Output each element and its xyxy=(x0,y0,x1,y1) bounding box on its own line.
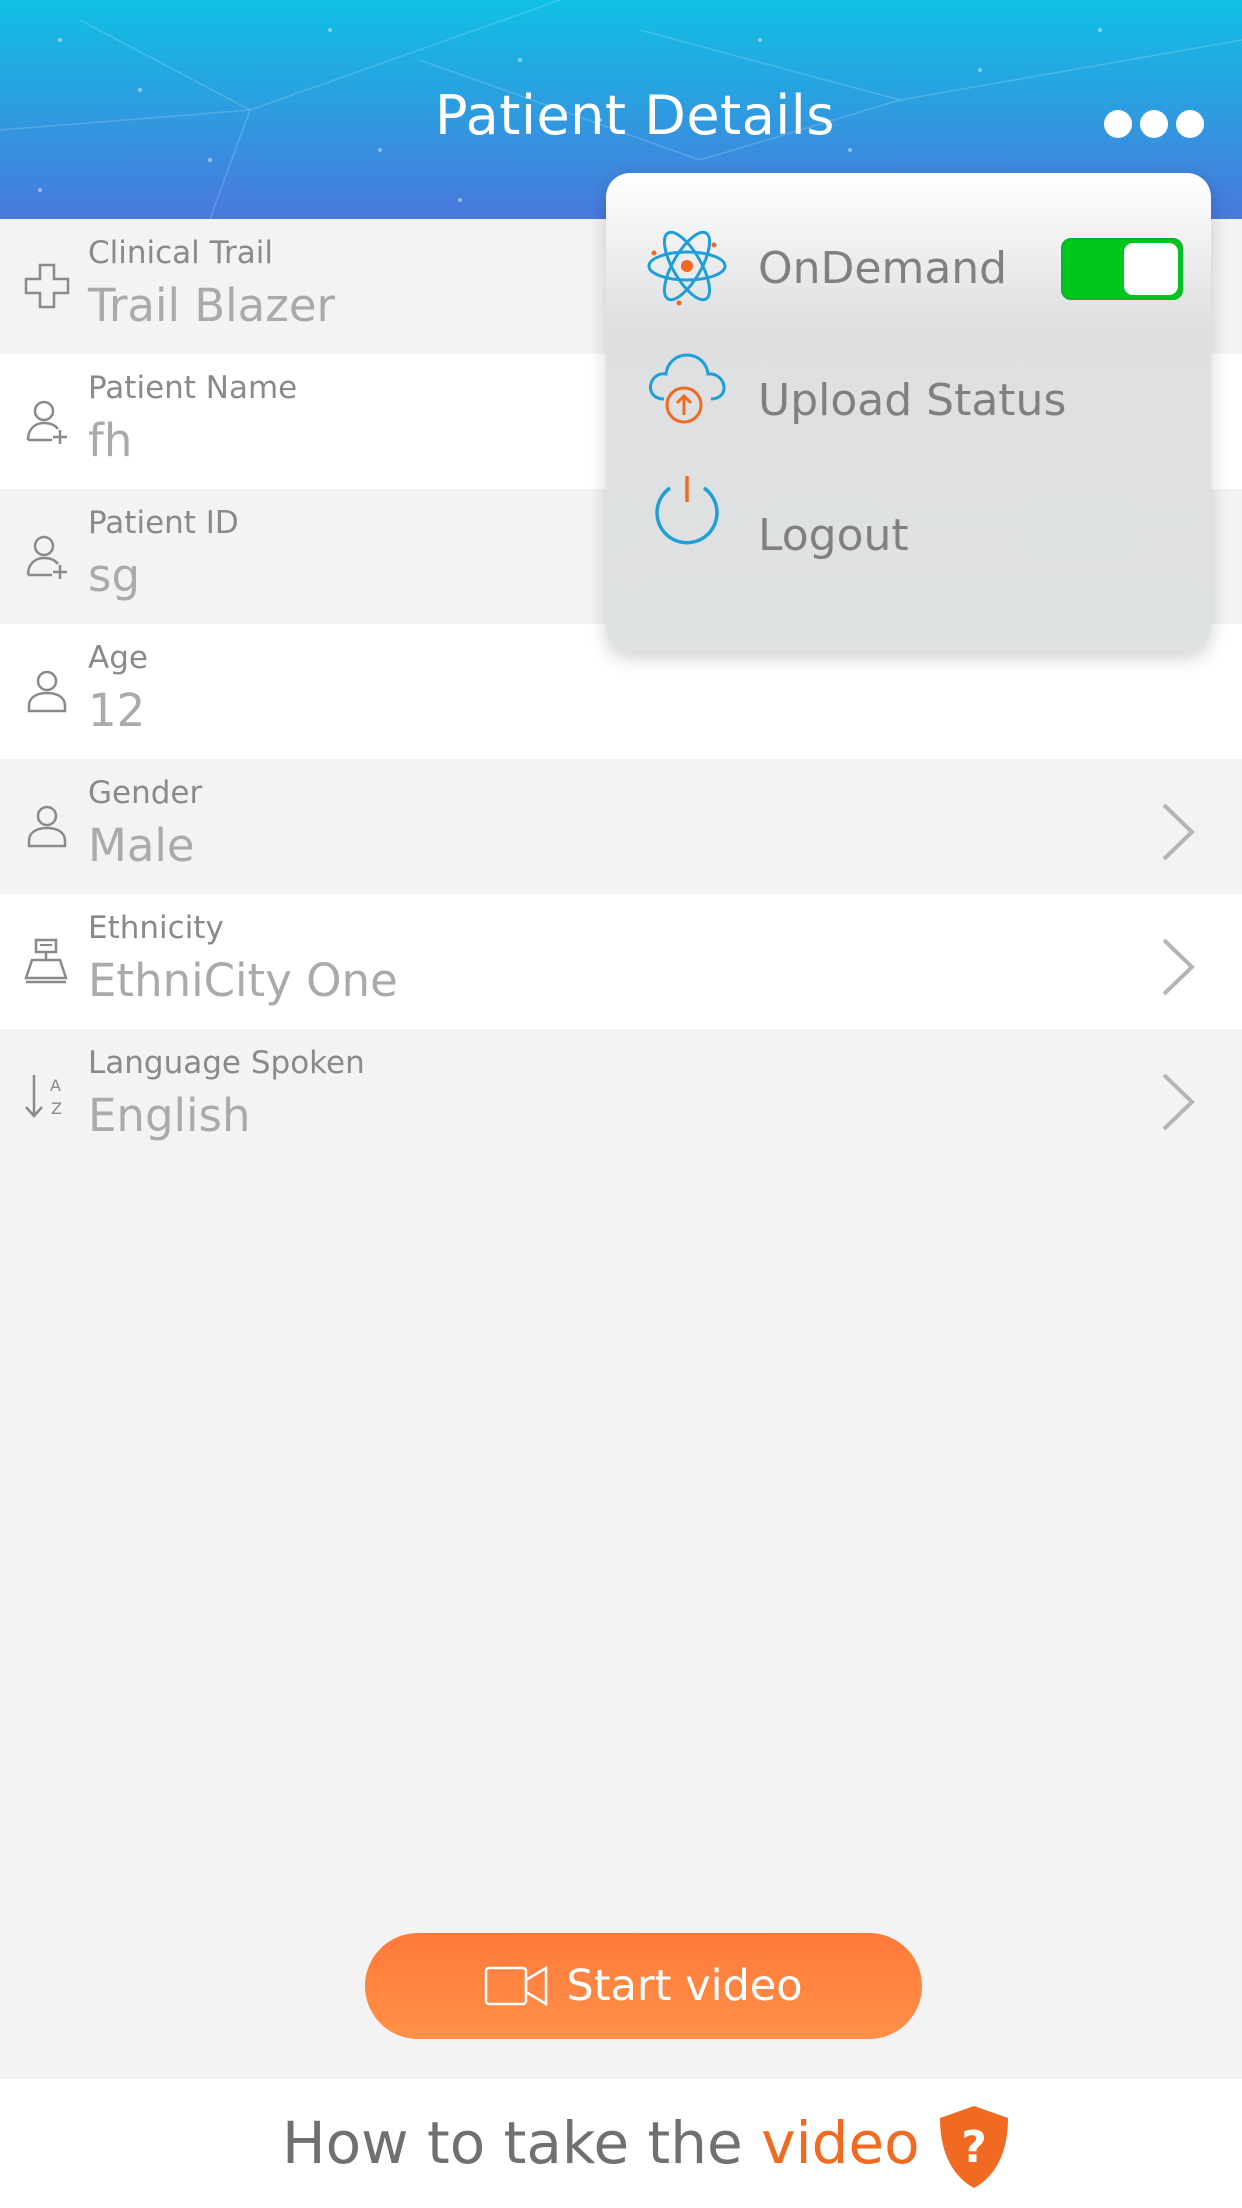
help-shield-icon[interactable]: ? xyxy=(936,2104,1012,2190)
field-label: Age xyxy=(88,640,148,676)
field-label: Patient ID xyxy=(88,505,239,541)
row-ethnicity[interactable]: Ethnicity EthniCity One xyxy=(0,894,1242,1029)
chevron-right-icon xyxy=(1162,803,1195,861)
more-dot xyxy=(1140,110,1168,138)
add-user-icon xyxy=(26,400,67,444)
power-icon xyxy=(655,476,719,545)
age-input[interactable]: 12 xyxy=(88,684,145,737)
ondemand-toggle[interactable] xyxy=(1061,238,1183,300)
field-label: Ethnicity xyxy=(88,910,224,946)
user-icon xyxy=(27,805,67,848)
how-to-accent-text: video xyxy=(761,2109,920,2177)
clinical-trail-value[interactable]: Trail Blazer xyxy=(88,279,335,332)
how-to-text: How to take the xyxy=(282,2109,743,2177)
menu-label: OnDemand xyxy=(758,243,1008,294)
page-title: Patient Details xyxy=(435,84,835,147)
patient-name-input[interactable]: fh xyxy=(88,414,132,467)
menu-item-ondemand[interactable]: OnDemand xyxy=(606,173,1211,306)
language-value: English xyxy=(88,1089,251,1142)
video-camera-icon xyxy=(485,1965,548,2007)
field-label: Clinical Trail xyxy=(88,235,273,271)
patient-id-input[interactable]: sg xyxy=(88,549,140,602)
more-dot xyxy=(1176,110,1204,138)
user-icon xyxy=(27,670,67,713)
atom-icon xyxy=(647,230,727,306)
sort-az-icon: A Z xyxy=(25,1075,62,1118)
menu-item-logout[interactable]: Logout xyxy=(606,438,1211,561)
field-label: Language Spoken xyxy=(88,1045,365,1081)
menu-label: Upload Status xyxy=(758,375,1067,426)
field-label: Patient Name xyxy=(88,370,298,406)
menu-label: Logout xyxy=(758,510,909,561)
svg-text:Z: Z xyxy=(51,1099,62,1118)
start-video-label: Start video xyxy=(566,1961,803,2011)
how-to-link[interactable]: How to take the video xyxy=(282,2109,920,2177)
svg-text:?: ? xyxy=(961,2122,987,2173)
footer: How to take the video ? xyxy=(0,2079,1242,2208)
start-video-button[interactable]: Start video xyxy=(365,1933,922,2039)
more-options-button[interactable] xyxy=(1104,106,1206,142)
ethnicity-value: EthniCity One xyxy=(88,954,398,1007)
gender-value: Male xyxy=(88,819,195,872)
row-language-spoken[interactable]: A Z Language Spoken English xyxy=(0,1029,1242,1164)
toggle-knob xyxy=(1124,243,1178,295)
cloud-upload-icon xyxy=(649,353,726,424)
chevron-right-icon xyxy=(1162,938,1195,996)
svg-text:A: A xyxy=(50,1076,61,1095)
add-user-icon xyxy=(26,535,67,579)
row-gender[interactable]: Gender Male xyxy=(0,759,1242,894)
more-horizontal-icon xyxy=(1104,110,1132,138)
chevron-right-icon xyxy=(1162,1073,1195,1131)
field-label: Gender xyxy=(88,775,203,811)
options-menu: OnDemand Upload Status Logout xyxy=(606,173,1211,652)
medical-cross-icon xyxy=(24,263,70,309)
podium-icon xyxy=(24,938,68,984)
menu-item-upload-status[interactable]: Upload Status xyxy=(606,303,1211,426)
